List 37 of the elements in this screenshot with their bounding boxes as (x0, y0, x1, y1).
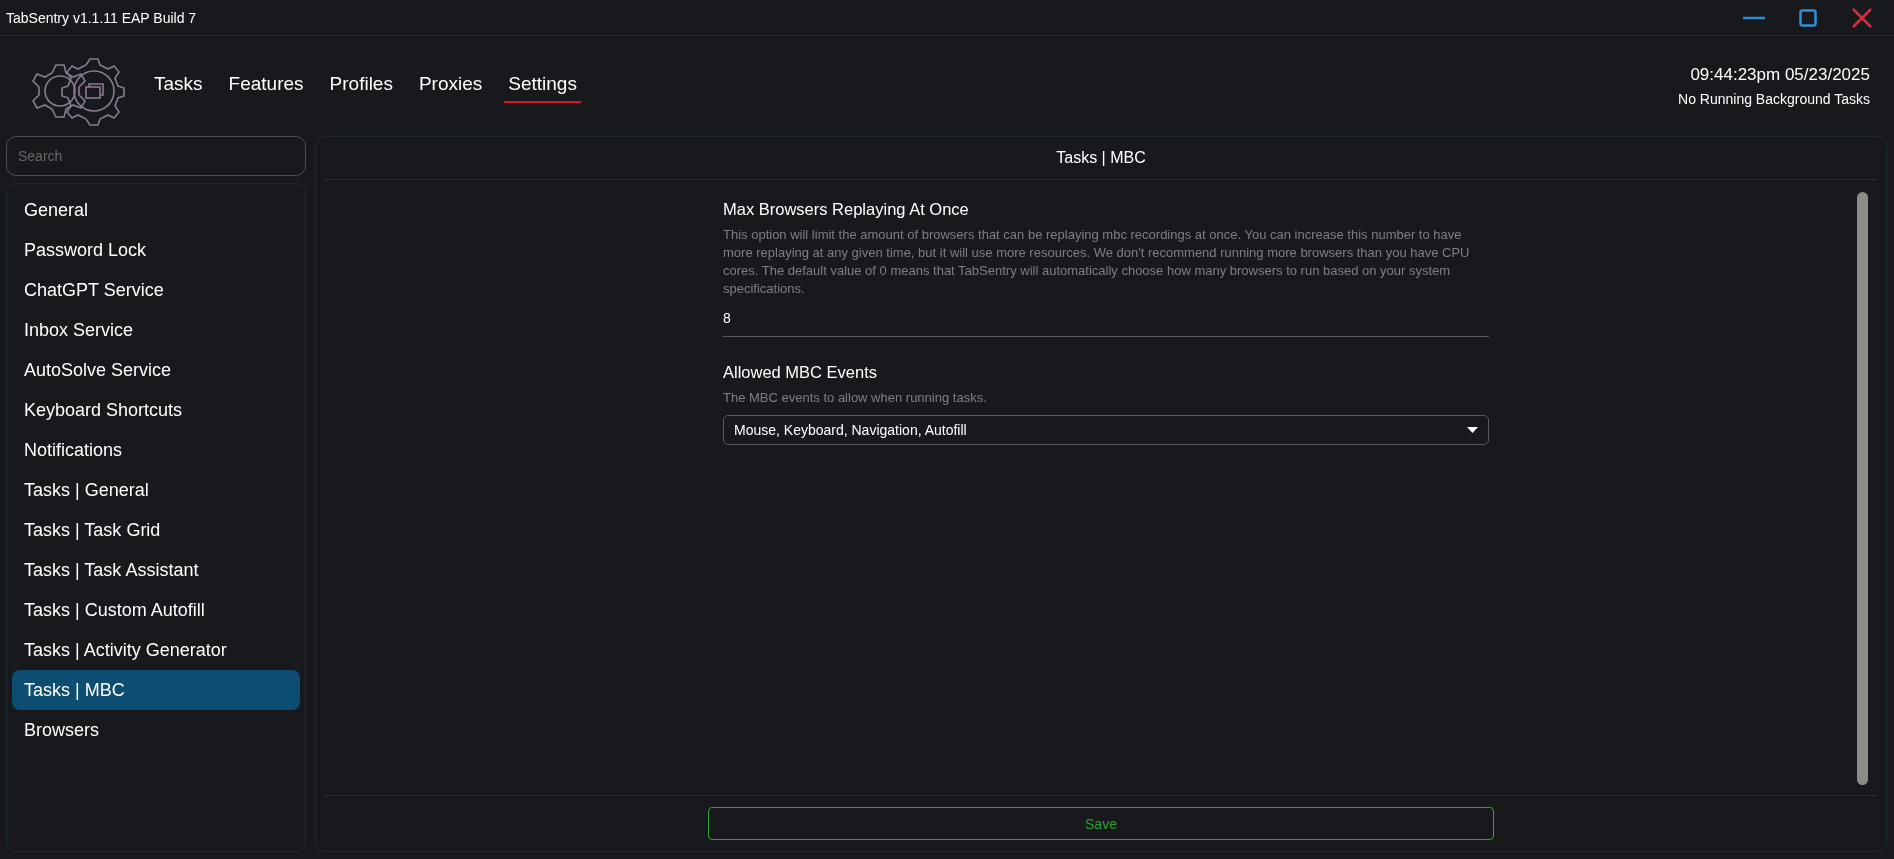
sidebar-item[interactable]: ChatGPT Service (12, 270, 300, 310)
setting-label: Allowed MBC Events (723, 363, 879, 382)
sidebar-item[interactable]: AutoSolve Service (12, 350, 300, 390)
maximize-icon (1799, 8, 1817, 27)
caret-icon (1467, 427, 1478, 433)
sidebar-item[interactable]: Tasks | Custom Autofill (12, 590, 300, 630)
clock-text: 09:44:23pm 05/23/2025 (1690, 65, 1870, 85)
events-dropdown[interactable]: Mouse, Keyboard, Navigation, Autofill (723, 415, 1489, 445)
nav-tab[interactable]: Profiles (325, 69, 397, 103)
sidebar-item[interactable]: Tasks | Task Grid (12, 510, 300, 550)
search-field[interactable]: Search (6, 136, 306, 176)
sidebar-item[interactable]: General (12, 190, 300, 230)
save-button[interactable]: Save (708, 807, 1494, 840)
setting-description: This option will limit the amount of browsers that can be replaying mbc recordings at once. You can increase this number to have more replaying at any given time, but it will use more resources. We don't recommend running more browsers than you have CPU cores. The default value of 0 means that TabSentry will automatically choose how many browsers to run based on your system specifications. (723, 226, 1471, 298)
sidebar-item[interactable]: Tasks | General (12, 470, 300, 510)
nav-tab[interactable]: Settings (504, 69, 581, 103)
window-title: TabSentry v1.1.11 EAP Build 7 (6, 9, 197, 26)
sidebar-item[interactable]: Password Lock (12, 230, 300, 270)
sidebar-item[interactable]: Browsers (12, 710, 300, 750)
sidebar-item[interactable]: Tasks | Activity Generator (12, 630, 300, 670)
setting-description: The MBC events to allow when running tasks. (723, 389, 988, 407)
close-icon (1852, 7, 1872, 28)
sidebar-item[interactable]: Tasks | MBC (12, 670, 300, 710)
sidebar-item[interactable]: Inbox Service (12, 310, 300, 350)
sidebar-item[interactable]: Keyboard Shortcuts (12, 390, 300, 430)
minimize-icon (1743, 15, 1765, 20)
nav-tab[interactable]: Proxies (414, 69, 487, 103)
panel-title: Tasks | MBC (324, 137, 1878, 180)
close-button[interactable] (1850, 5, 1874, 30)
nav-tab[interactable]: Features (224, 69, 308, 103)
background-status: No Running Background Tasks (1678, 91, 1870, 107)
input-field[interactable]: 8 (723, 306, 1489, 337)
setting-label: Max Browsers Replaying At Once (723, 200, 970, 219)
sidebar-item[interactable]: Notifications (12, 430, 300, 470)
sidebar-item[interactable]: Tasks | Task Assistant (12, 550, 300, 590)
nav-tab[interactable]: Tasks (150, 69, 207, 103)
scrollbar[interactable] (1857, 192, 1868, 785)
